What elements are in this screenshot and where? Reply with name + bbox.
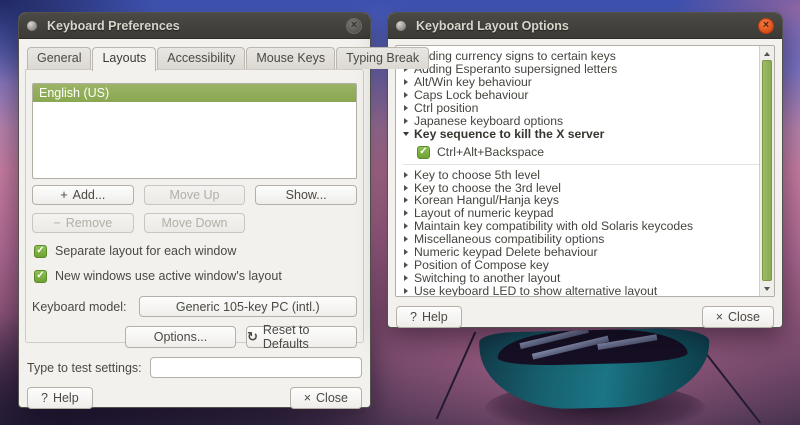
- move-down-button[interactable]: Move Down: [144, 213, 246, 233]
- expander-icon: [404, 223, 408, 229]
- expander-icon: [404, 172, 408, 178]
- option-adding-esperanto[interactable]: Adding Esperanto supersigned letters: [403, 63, 759, 76]
- keyboard-preferences-window: Keyboard Preferences × General Layouts A…: [18, 12, 371, 408]
- checkbox-label: New windows use active window's layout: [55, 269, 282, 283]
- dialog-actions: ? Help × Close: [27, 387, 362, 409]
- help-icon: ?: [410, 310, 417, 324]
- plus-icon: +: [60, 188, 67, 202]
- keyboard-layout-options-window: Keyboard Layout Options × Adding currenc…: [387, 12, 783, 328]
- options-button[interactable]: Options...: [125, 326, 236, 348]
- keyboard-model-label: Keyboard model:: [32, 300, 127, 314]
- help-icon: ?: [41, 391, 48, 405]
- option-key-sequence-kill-x[interactable]: Key sequence to kill the X server: [403, 127, 759, 140]
- expander-icon: [404, 210, 408, 216]
- expander-icon: [404, 236, 408, 242]
- test-settings-input[interactable]: [150, 357, 362, 378]
- option-keyboard-led[interactable]: Use keyboard LED to show alternative lay…: [403, 284, 759, 297]
- boat-interior: [497, 328, 688, 367]
- window-title: Keyboard Layout Options: [416, 19, 569, 33]
- option-key-3rd-level[interactable]: Key to choose the 3rd level: [403, 181, 759, 194]
- show-button[interactable]: Show...: [255, 185, 357, 205]
- list-item-english-us[interactable]: English (US): [33, 84, 356, 102]
- scroll-up-icon[interactable]: [760, 47, 774, 60]
- kill-x-server-child: ✓ Ctrl+Alt+Backspace: [403, 141, 759, 165]
- help-button[interactable]: ? Help: [27, 387, 93, 409]
- option-misc-compatibility[interactable]: Miscellaneous compatibility options: [403, 233, 759, 246]
- separate-layout-row: ✓ Separate layout for each window: [34, 244, 357, 258]
- option-numeric-keypad-layout[interactable]: Layout of numeric keypad: [403, 207, 759, 220]
- layout-list-buttons: +Add... Move Up Show... −Remove Move Dow…: [32, 185, 357, 233]
- layouts-tab-panel: English (US) +Add... Move Up Show... −Re…: [25, 69, 364, 343]
- titlebar[interactable]: Keyboard Layout Options ×: [388, 13, 782, 39]
- expander-icon: [404, 105, 408, 111]
- add-button[interactable]: +Add...: [32, 185, 134, 205]
- checkbox-new-windows-layout[interactable]: ✓: [34, 270, 47, 283]
- window-icon: [396, 21, 406, 31]
- option-solaris-keycodes[interactable]: Maintain key compatibility with old Sola…: [403, 220, 759, 233]
- new-windows-layout-row: ✓ New windows use active window's layout: [34, 269, 357, 283]
- checkbox-label: Separate layout for each window: [55, 244, 236, 258]
- tab-mouse-keys[interactable]: Mouse Keys: [246, 47, 335, 69]
- close-button[interactable]: × Close: [702, 306, 774, 328]
- dialog-actions: ? Help × Close: [396, 306, 774, 328]
- close-button[interactable]: × Close: [290, 387, 362, 409]
- reset-to-defaults-button[interactable]: ↻ Reset to Defaults: [246, 326, 357, 348]
- tab-layouts[interactable]: Layouts: [92, 47, 156, 71]
- titlebar[interactable]: Keyboard Preferences ×: [19, 13, 370, 39]
- close-icon: ×: [304, 391, 311, 405]
- test-settings-row: Type to test settings:: [27, 357, 362, 378]
- option-alt-win-key[interactable]: Alt/Win key behaviour: [403, 76, 759, 89]
- expander-icon: [404, 288, 408, 294]
- tab-accessibility[interactable]: Accessibility: [157, 47, 245, 69]
- keyboard-model-row: Keyboard model: Generic 105-key PC (intl…: [32, 296, 357, 317]
- keyboard-layout-list: English (US): [32, 83, 357, 179]
- option-korean-hangul[interactable]: Korean Hangul/Hanja keys: [403, 194, 759, 207]
- tab-bar: General Layouts Accessibility Mouse Keys…: [19, 39, 370, 69]
- test-settings-label: Type to test settings:: [27, 361, 142, 375]
- minus-icon: −: [53, 216, 60, 230]
- expander-icon: [404, 249, 408, 255]
- tab-general[interactable]: General: [27, 47, 91, 69]
- move-up-button[interactable]: Move Up: [144, 185, 246, 205]
- option-caps-lock[interactable]: Caps Lock behaviour: [403, 89, 759, 102]
- option-adding-currency-signs[interactable]: Adding currency signs to certain keys: [403, 50, 759, 63]
- expander-icon: [404, 262, 408, 268]
- expander-icon: [404, 92, 408, 98]
- remove-button[interactable]: −Remove: [32, 213, 134, 233]
- scrollbar-thumb[interactable]: [762, 60, 772, 281]
- option-switching-layout[interactable]: Switching to another layout: [403, 271, 759, 284]
- keyboard-model-button[interactable]: Generic 105-key PC (intl.): [139, 296, 357, 317]
- option-key-5th-level[interactable]: Key to choose 5th level: [403, 168, 759, 181]
- help-button[interactable]: ? Help: [396, 306, 462, 328]
- expander-icon: [404, 185, 408, 191]
- scrollbar[interactable]: [759, 46, 774, 296]
- option-ctrl-position[interactable]: Ctrl position: [403, 102, 759, 115]
- checkbox-separate-layout[interactable]: ✓: [34, 245, 47, 258]
- option-compose-key-position[interactable]: Position of Compose key: [403, 258, 759, 271]
- wallpaper-boat: [455, 328, 745, 425]
- expander-icon: [404, 275, 408, 281]
- expander-icon: [404, 79, 408, 85]
- option-numeric-keypad-delete[interactable]: Numeric keypad Delete behaviour: [403, 246, 759, 259]
- boat-oar-right: [701, 347, 761, 423]
- checkbox-ctrl-alt-backspace[interactable]: ✓: [417, 146, 430, 159]
- scroll-down-icon[interactable]: [760, 282, 774, 295]
- window-title: Keyboard Preferences: [47, 19, 180, 33]
- reset-icon: ↻: [247, 330, 258, 345]
- close-window-icon[interactable]: ×: [346, 18, 362, 34]
- checkbox-label: Ctrl+Alt+Backspace: [437, 145, 544, 159]
- tab-typing-break[interactable]: Typing Break: [336, 47, 429, 69]
- close-window-icon[interactable]: ×: [758, 18, 774, 34]
- boat-oar-left: [436, 332, 476, 420]
- expander-down-icon: [403, 132, 409, 136]
- option-japanese-keyboard[interactable]: Japanese keyboard options: [403, 114, 759, 127]
- expander-icon: [404, 197, 408, 203]
- window-icon: [27, 21, 37, 31]
- layout-options-list: Adding currency signs to certain keys Ad…: [395, 45, 775, 297]
- expander-icon: [404, 118, 408, 124]
- options-reset-row: Options... ↻ Reset to Defaults: [32, 326, 357, 348]
- close-icon: ×: [716, 310, 723, 324]
